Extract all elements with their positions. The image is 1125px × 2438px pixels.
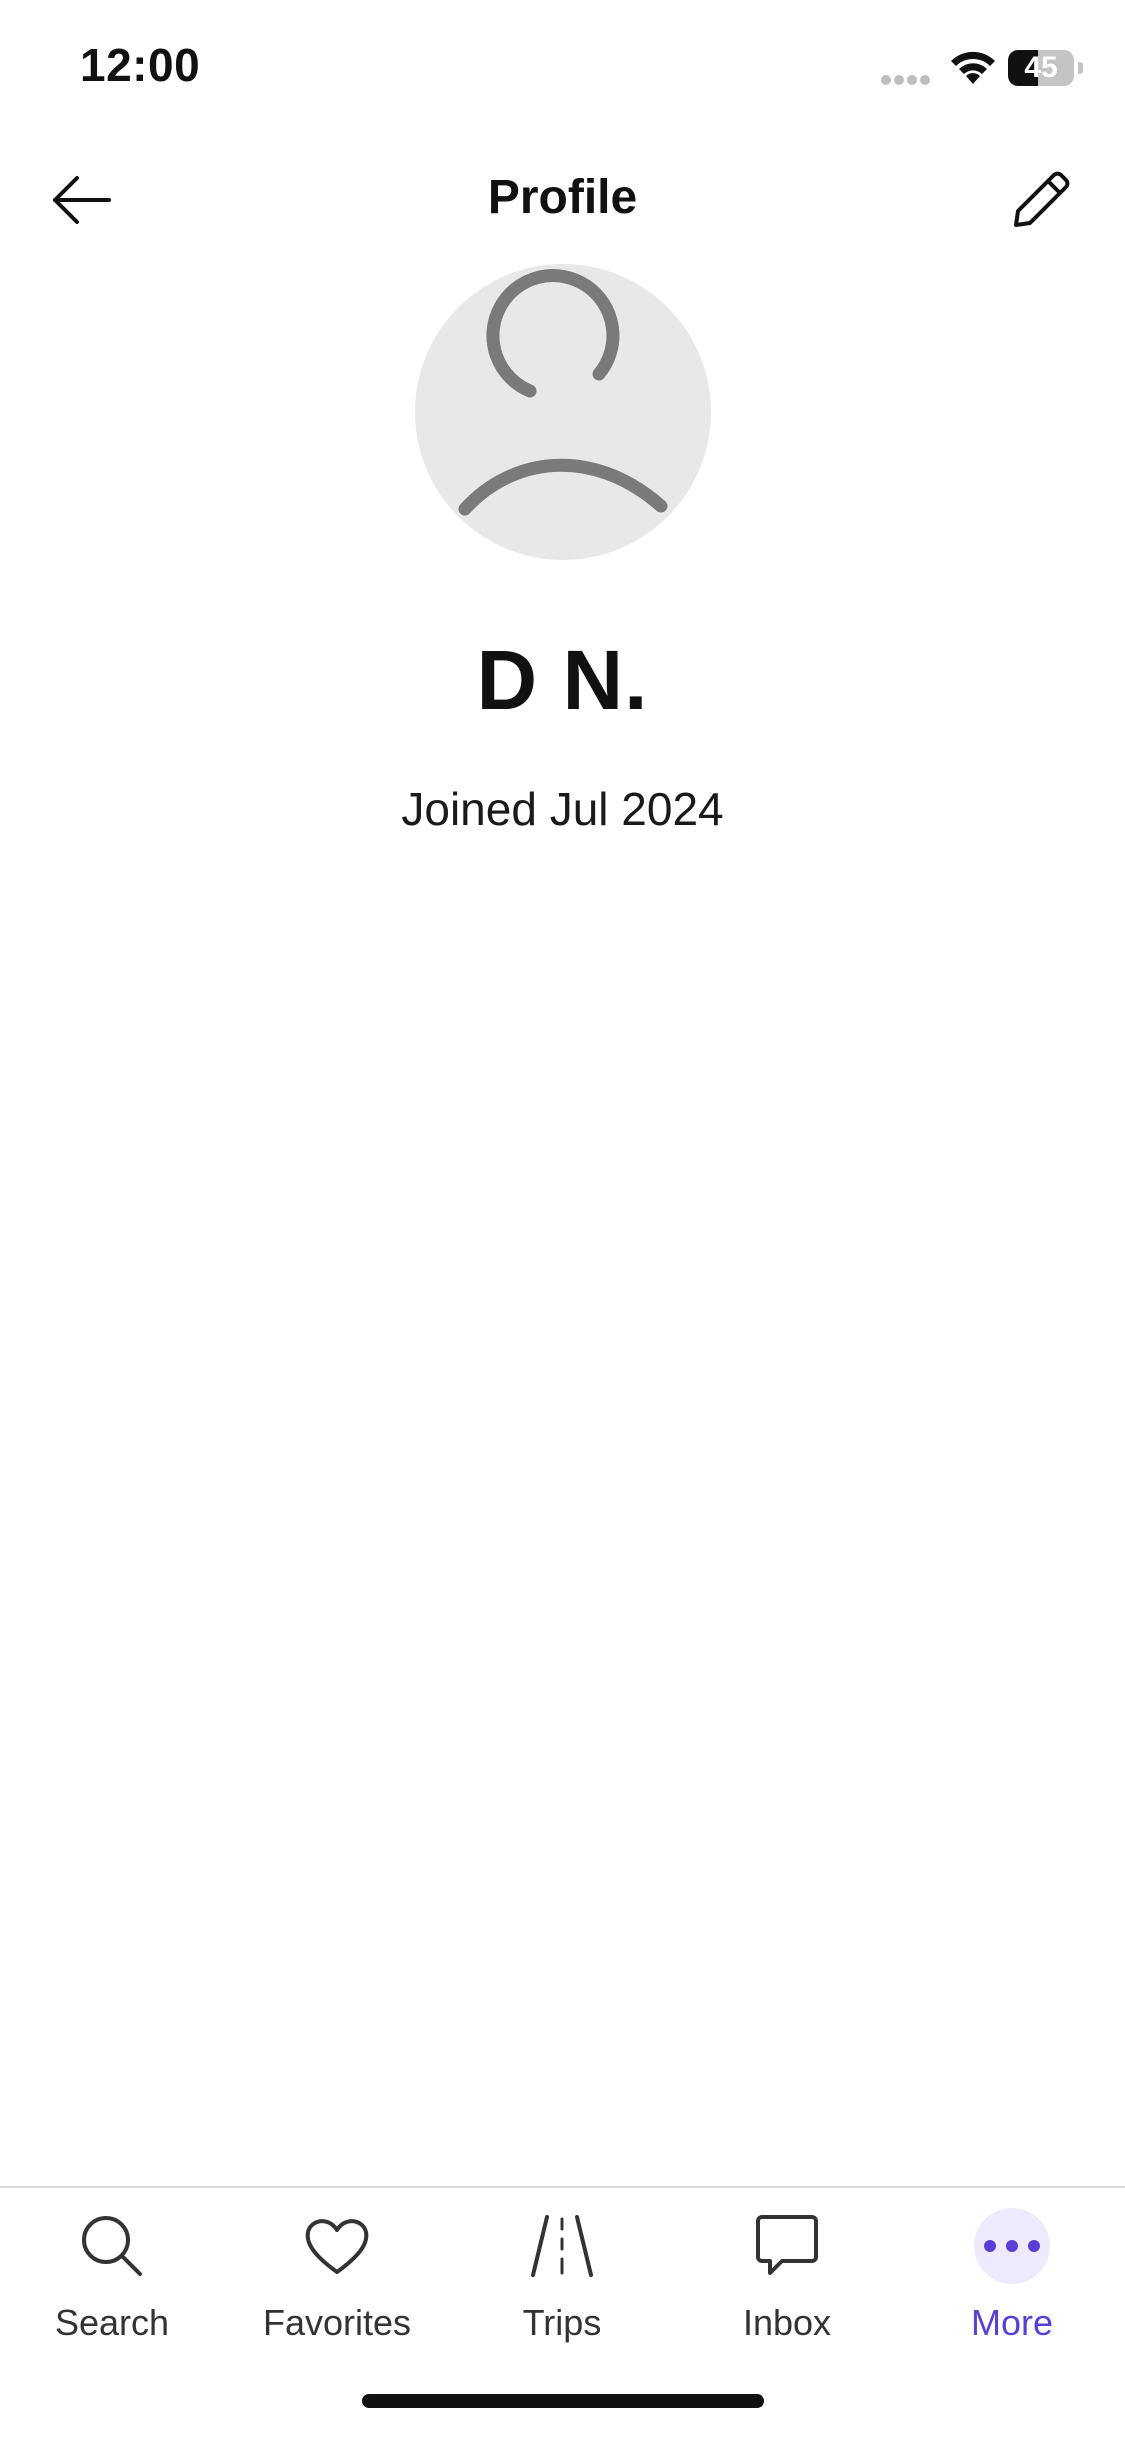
tab-inbox[interactable]: Inbox [687, 2206, 887, 2356]
page-title: Profile [487, 171, 638, 224]
wifi-icon [951, 51, 995, 84]
tab-search[interactable]: Search [12, 2206, 212, 2356]
tab-label: Search [54, 2302, 170, 2343]
more-bubble [974, 2208, 1050, 2284]
battery-icon: 45 [1008, 50, 1084, 86]
tab-label: More [970, 2302, 1054, 2343]
signal-dots-icon [881, 75, 930, 85]
search-icon [82, 2216, 142, 2276]
chat-bubble-icon [756, 2215, 818, 2275]
person-placeholder-icon [458, 269, 668, 516]
pencil-icon [1014, 171, 1070, 227]
home-indicator [362, 2394, 764, 2408]
avatar [415, 264, 711, 560]
joined-date: Joined Jul 2024 [401, 783, 724, 835]
tab-label: Inbox [742, 2302, 832, 2343]
road-icon [531, 2215, 593, 2277]
status-time: 12:00 [80, 39, 201, 91]
battery-body: 45 [1008, 50, 1074, 86]
header: Profile [0, 140, 1125, 260]
tab-label: Favorites [262, 2302, 412, 2343]
profile-name: D N. [476, 633, 649, 727]
tab-more[interactable]: More [912, 2206, 1112, 2356]
edit-profile-button[interactable] [996, 160, 1086, 240]
more-dots-icon [984, 2240, 1040, 2252]
tab-label: Trips [522, 2302, 602, 2343]
tab-favorites[interactable]: Favorites [237, 2206, 437, 2356]
tab-trips[interactable]: Trips [462, 2206, 662, 2356]
status-bar: 12:00 45 [0, 0, 1125, 140]
battery-cap [1078, 62, 1083, 74]
battery-level: 45 [1024, 51, 1058, 84]
heart-icon [305, 2219, 369, 2274]
